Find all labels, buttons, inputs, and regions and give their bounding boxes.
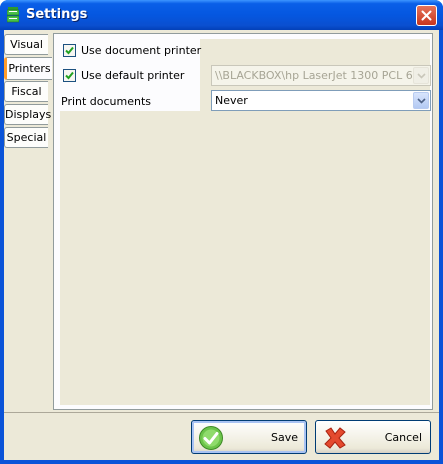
close-button[interactable]	[416, 5, 437, 26]
use-document-printer-label[interactable]: Use document printer	[81, 44, 201, 57]
close-icon	[421, 10, 432, 21]
x-icon	[324, 427, 346, 449]
check-icon	[199, 426, 223, 450]
divider	[4, 412, 439, 413]
print-documents-select[interactable]: Never	[211, 90, 431, 111]
tab-printers[interactable]: Printers	[4, 57, 52, 80]
print-documents-value: Never	[215, 94, 248, 107]
chevron-down-icon	[417, 73, 426, 79]
settings-window: Settings Visual Printers Fiscal Displays…	[0, 0, 443, 464]
printer-select-value: \\BLACKBOX\hp LaserJet 1300 PCL 6	[215, 69, 413, 82]
checkmark-icon	[65, 71, 74, 80]
tab-displays[interactable]: Displays	[4, 104, 51, 125]
title-bar[interactable]: Settings	[0, 0, 443, 30]
printer-select-dropdown	[413, 67, 429, 84]
chevron-down-icon	[417, 98, 426, 104]
tab-visual[interactable]: Visual	[4, 34, 48, 55]
checkmark-icon	[65, 46, 74, 55]
save-label: Save	[270, 431, 298, 444]
save-button[interactable]: Save	[191, 420, 307, 454]
tab-special[interactable]: Special	[4, 127, 48, 148]
app-icon	[7, 7, 19, 23]
print-documents-label: Print documents	[61, 95, 152, 108]
tab-fiscal[interactable]: Fiscal	[4, 81, 48, 102]
printer-select: \\BLACKBOX\hp LaserJet 1300 PCL 6	[211, 65, 431, 86]
cancel-label: Cancel	[384, 431, 422, 444]
print-documents-dropdown[interactable]	[413, 92, 429, 109]
cancel-button[interactable]: Cancel	[315, 420, 431, 454]
use-default-printer-label[interactable]: Use default printer	[81, 69, 184, 82]
use-document-printer-checkbox[interactable]	[63, 44, 76, 57]
use-default-printer-checkbox[interactable]	[63, 69, 76, 82]
window-title: Settings	[26, 7, 88, 22]
